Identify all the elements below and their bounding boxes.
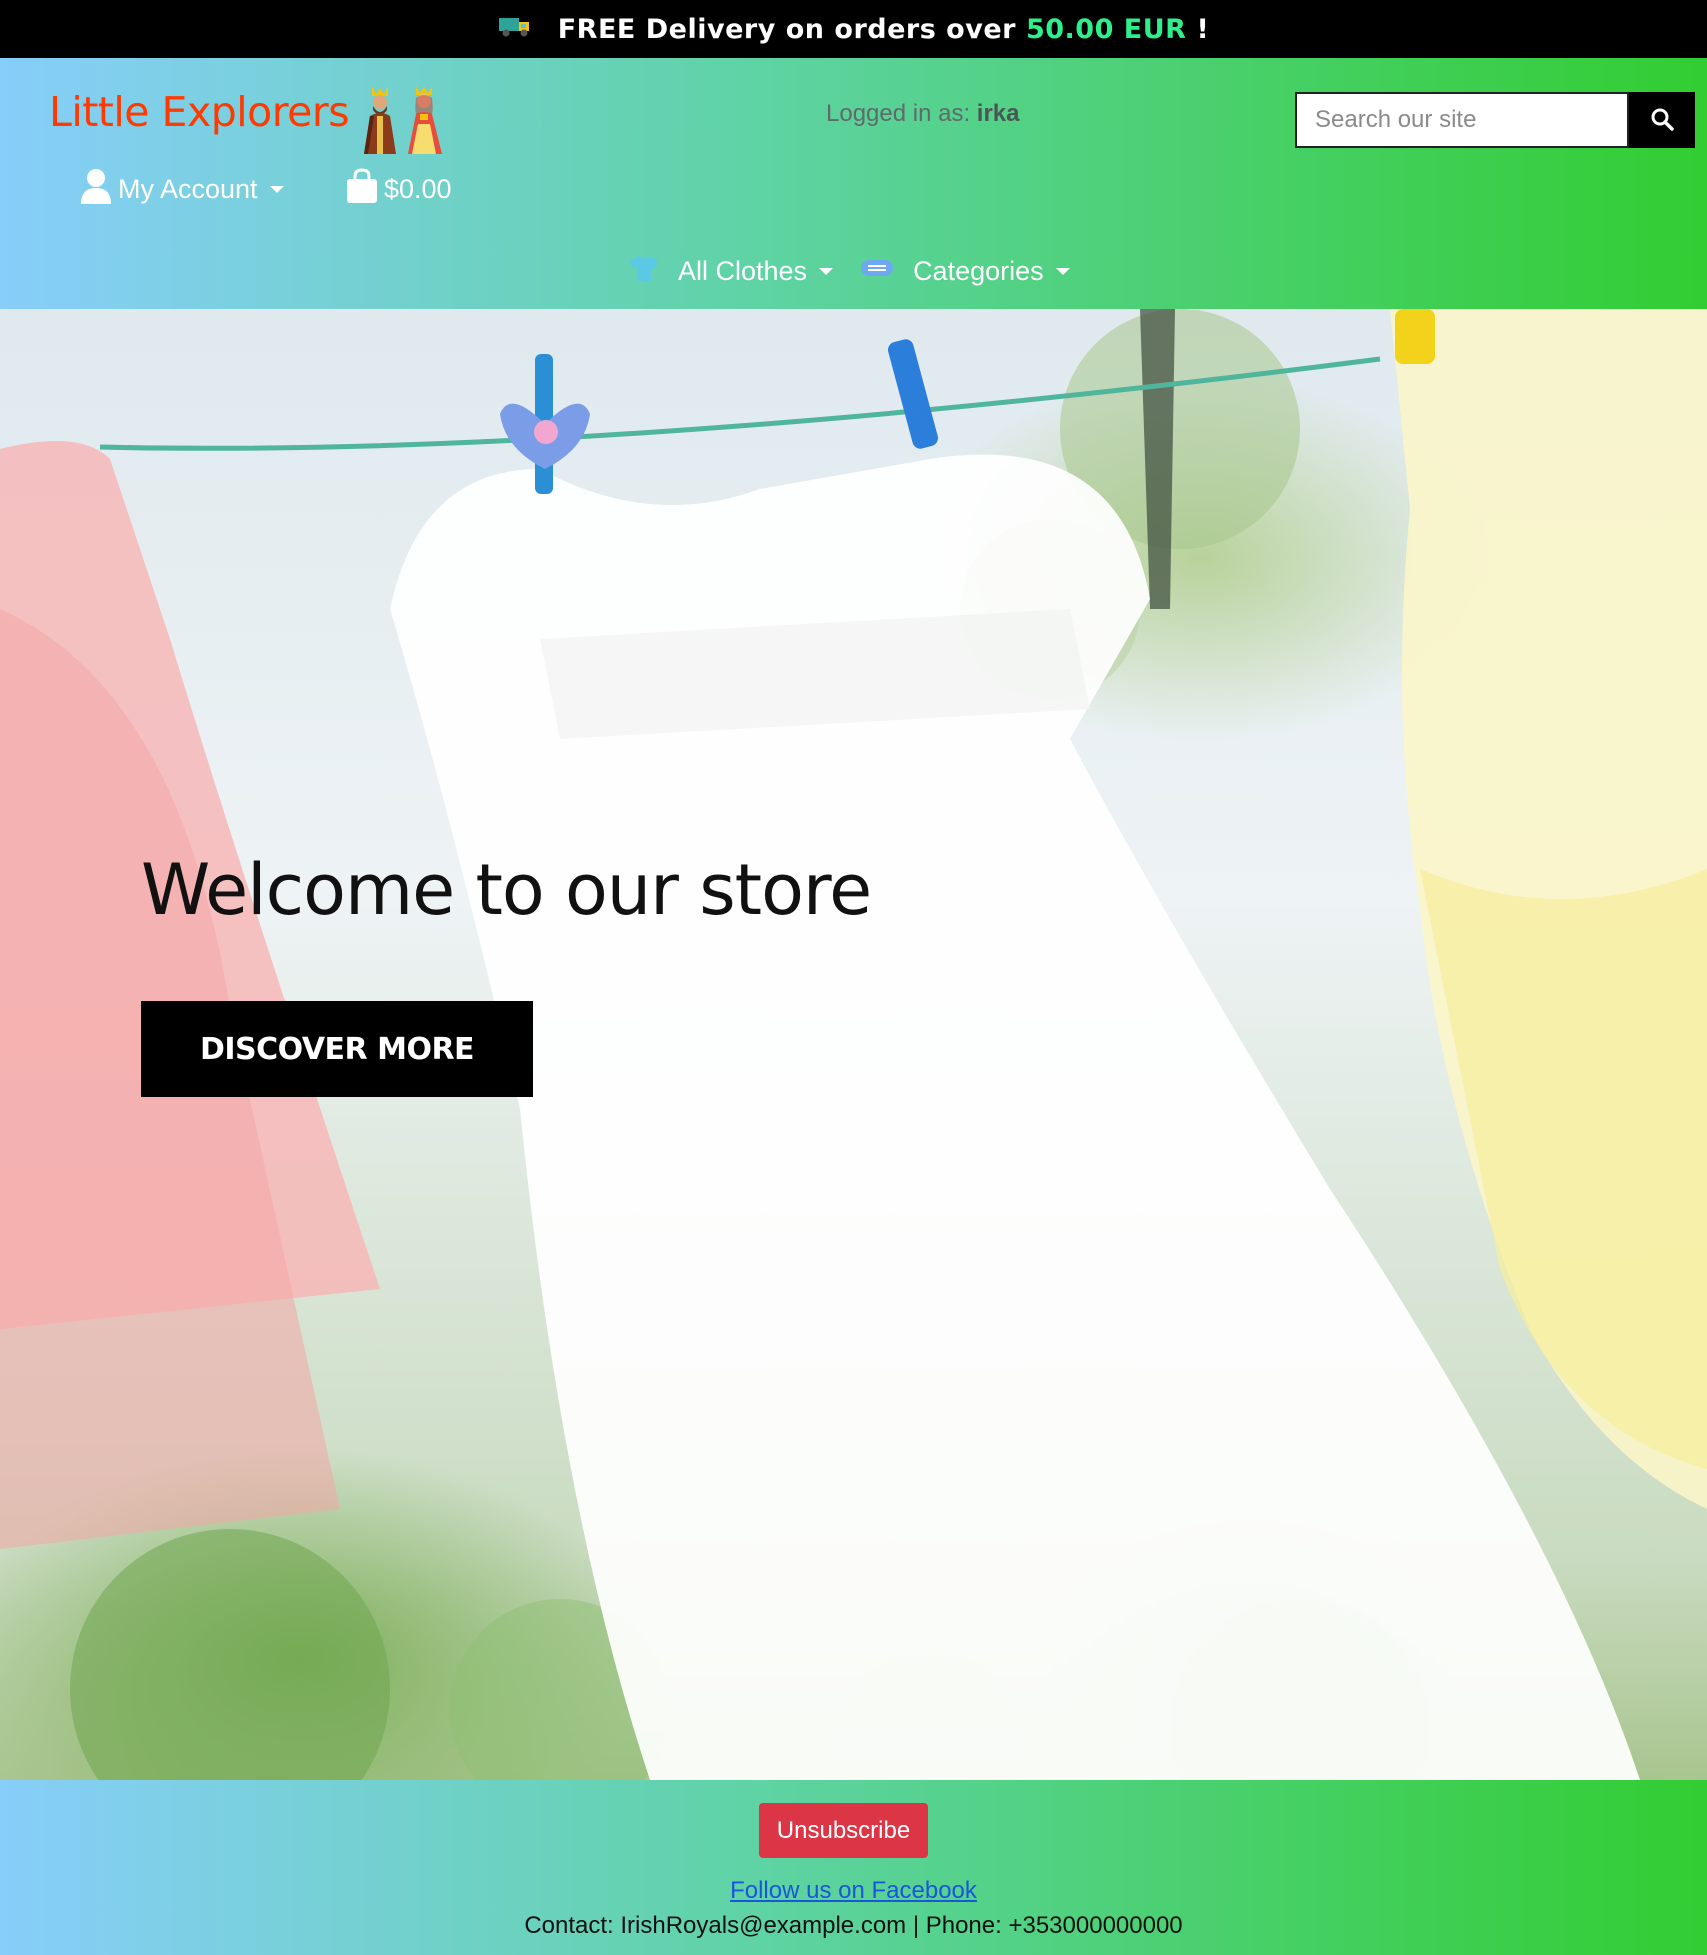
facebook-link[interactable]: Follow us on Facebook (0, 1877, 1707, 1905)
mask-icon (859, 256, 895, 287)
banner-text: FREE Delivery on orders over (557, 13, 1016, 45)
brand-logo-text[interactable]: Little Explorers (49, 88, 350, 136)
site-footer: Unsubscribe Follow us on Facebook Contac… (0, 1780, 1707, 1955)
royal-couple-icon (350, 84, 454, 161)
shopping-bag-icon (346, 168, 378, 211)
chevron-down-icon (269, 186, 284, 193)
site-header: Little Explorers Logged in as: irka Sear… (0, 58, 1707, 309)
nav-categories-label: Categories (913, 256, 1044, 286)
nav-all-clothes[interactable]: All Clothes (628, 254, 834, 289)
shopping-bag-link[interactable]: $0.00 (346, 168, 452, 211)
tshirt-icon (628, 254, 660, 289)
delivery-banner: FREE Delivery on orders over 50.00 EUR ! (0, 0, 1707, 58)
banner-suffix: ! (1196, 13, 1210, 45)
logged-in-user: irka (976, 100, 1020, 127)
my-account-dropdown[interactable]: My Account (80, 168, 284, 211)
discover-more-button[interactable]: DISCOVER MORE (141, 1001, 533, 1097)
hero-title: Welcome to our store (141, 849, 872, 931)
search-icon (1650, 107, 1674, 134)
banner-amount: 50.00 EUR (1025, 13, 1187, 45)
bag-total: $0.00 (384, 174, 452, 204)
hero-banner: Welcome to our store DISCOVER MORE (0, 309, 1707, 1780)
nav-all-clothes-label: All Clothes (678, 256, 808, 286)
logged-in-label: Logged in as: (826, 100, 971, 127)
search-input[interactable] (1295, 92, 1629, 148)
search-button[interactable] (1629, 92, 1695, 148)
nav-categories[interactable]: Categories (859, 256, 1070, 287)
chevron-down-icon (1055, 268, 1070, 275)
user-icon (80, 168, 112, 211)
logged-in-status: Logged in as: irka (826, 100, 1020, 128)
main-nav: All Clothes Categories (628, 254, 1070, 289)
unsubscribe-button[interactable]: Unsubscribe (759, 1803, 928, 1858)
truck-icon (498, 14, 532, 45)
my-account-label: My Account (118, 174, 258, 204)
contact-info: Contact: IrishRoyals@example.com | Phone… (524, 1912, 1183, 1939)
search-form (1295, 92, 1695, 148)
chevron-down-icon (819, 268, 834, 275)
